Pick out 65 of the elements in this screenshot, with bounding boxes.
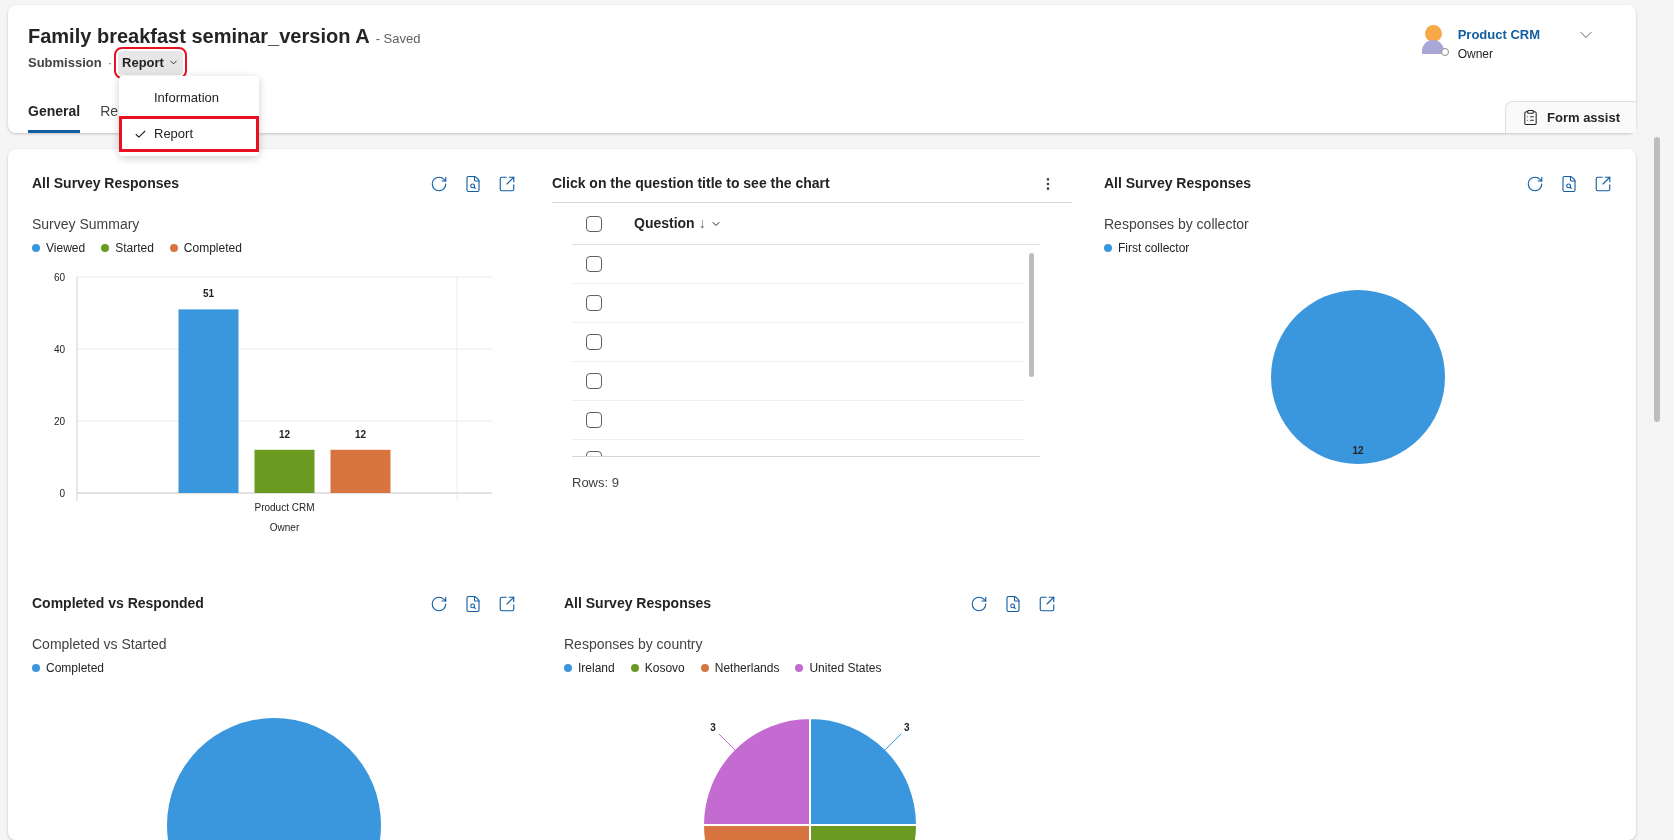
bar-value-label: 12 (354, 428, 367, 440)
document-search-icon[interactable] (1560, 174, 1578, 193)
scrollbar-thumb[interactable] (1029, 253, 1034, 377)
entity-name: Submission (28, 54, 102, 72)
popout-icon[interactable] (498, 174, 516, 193)
tile-title: All Survey Responses (564, 594, 712, 613)
document-search-icon[interactable] (464, 174, 482, 193)
axis-tick-label: 20 (53, 416, 65, 427)
refresh-icon[interactable] (430, 174, 448, 193)
row-count: Rows: 9 (572, 474, 620, 492)
row-checkbox[interactable] (586, 295, 602, 311)
record-title: Family breakfast seminar_version A (28, 24, 370, 49)
column-header[interactable]: Question ↓ (634, 213, 722, 234)
legend-label: Ireland (578, 660, 615, 677)
refresh-icon[interactable] (430, 594, 448, 613)
popout-icon[interactable] (1594, 174, 1612, 193)
axis-title: Owner (269, 522, 300, 533)
slice-value-label: 12 (1352, 445, 1364, 456)
row-checkbox[interactable] (586, 256, 602, 272)
axis-tick-label: 0 (59, 488, 65, 499)
bar-value-label: 12 (278, 428, 291, 440)
checklist-icon (1522, 109, 1539, 126)
chart-subtitle: Responses by collector (1104, 215, 1249, 234)
popout-icon[interactable] (498, 594, 516, 613)
axis-tick-label: 60 (53, 272, 65, 283)
separator: · (107, 54, 113, 72)
save-status: - Saved (375, 30, 421, 48)
category-label: Product CRM (254, 502, 315, 513)
chart-subtitle: Survey Summary (32, 215, 140, 234)
chart-subtitle: Completed vs Started (32, 635, 167, 654)
owner-role: Owner (1457, 45, 1494, 63)
legend-label: Kosovo (644, 660, 685, 677)
legend-label: First collector (1118, 240, 1190, 257)
menu-item[interactable]: Information (119, 80, 259, 116)
page-scrollbar-thumb[interactable] (1654, 137, 1660, 422)
tab[interactable]: Re (100, 101, 119, 133)
legend-label: United States (809, 660, 882, 677)
menu-item[interactable]: Report (119, 116, 259, 152)
owner-name[interactable]: Product CRM (1457, 25, 1540, 45)
legend-label: Netherlands (714, 660, 780, 677)
legend-label: Completed (183, 240, 242, 257)
axis-tick-label: 40 (53, 344, 65, 355)
legend-label: Viewed (46, 240, 86, 257)
slice-value-label: 3 (710, 722, 716, 734)
popout-icon[interactable] (1038, 594, 1056, 613)
tile-title: All Survey Responses (32, 174, 180, 193)
person-silhouette-icon (1421, 25, 1446, 57)
legend-label: Started (115, 240, 154, 257)
refresh-icon[interactable] (1526, 174, 1544, 193)
row-checkbox[interactable] (586, 412, 602, 428)
row-checkbox[interactable] (586, 373, 602, 389)
document-search-icon[interactable] (464, 594, 482, 613)
refresh-icon[interactable] (970, 594, 988, 613)
tab[interactable]: General (28, 101, 81, 133)
tile-title: All Survey Responses (1104, 174, 1252, 193)
bar-value-label: 51 (202, 288, 215, 300)
select-all-checkbox[interactable] (586, 215, 602, 232)
form-assist-button[interactable]: Form assist (1505, 101, 1636, 133)
grid-title: Click on the question title to see the chart (552, 174, 830, 193)
slice-value-label: 3 (904, 722, 910, 734)
tile-title: Completed vs Responded (32, 594, 204, 613)
chart-subtitle: Responses by country (564, 635, 703, 654)
row-checkbox[interactable] (586, 334, 602, 350)
legend-label: Completed (46, 660, 105, 677)
document-search-icon[interactable] (1004, 594, 1022, 613)
